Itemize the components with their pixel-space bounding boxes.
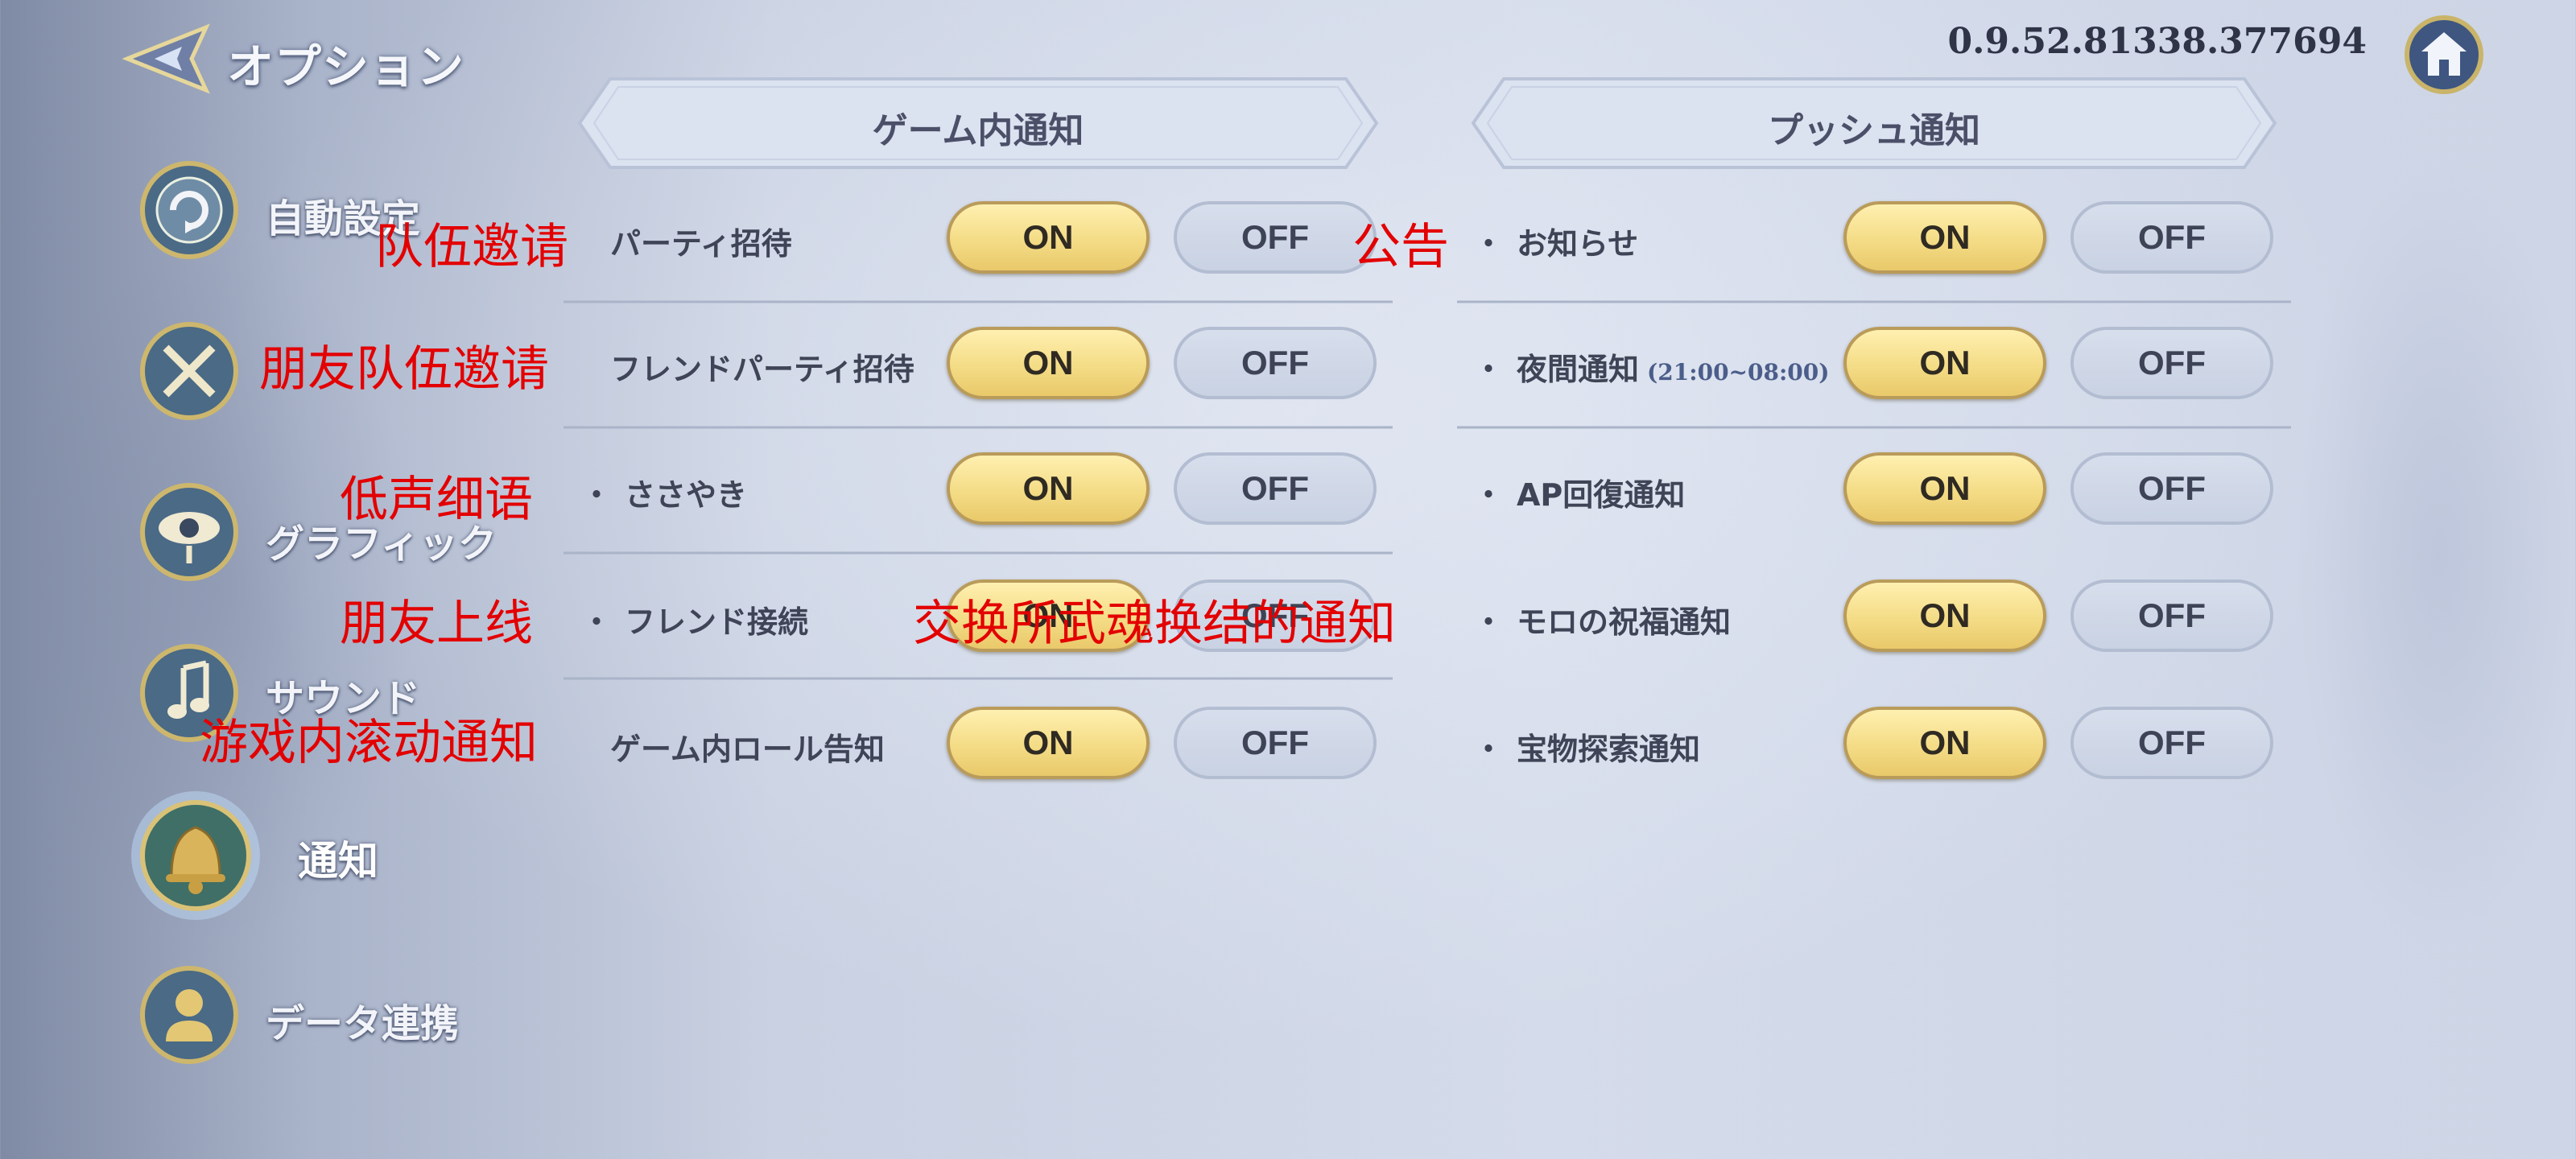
in-game-row-3-label: ・フレンド接続 <box>581 604 809 640</box>
section-title: プッシュ通知 <box>1768 110 1980 151</box>
treasure-search-on-button[interactable]: ON <box>1843 707 2046 779</box>
page-title: オプション <box>227 39 465 94</box>
whisper-on-button[interactable]: ON <box>947 452 1150 525</box>
row-divider <box>564 677 1393 680</box>
in-game-row-0-label: パーティ招待 <box>610 226 792 262</box>
push-row-0-label: ・お知らせ <box>1473 226 1639 262</box>
friend-party-invite-on-button[interactable]: ON <box>947 327 1150 399</box>
back-arrow-icon[interactable] <box>122 23 214 95</box>
ap-recovery-on-button[interactable]: ON <box>1843 452 2046 525</box>
person-icon <box>137 963 242 1067</box>
whisper-off-button[interactable]: OFF <box>1174 452 1377 525</box>
in-game-row-4-label: ゲーム内ロール告知 <box>610 732 885 767</box>
annotation-announcement: 公告 <box>1352 219 1449 275</box>
section-header-push: プッシュ通知 <box>1449 74 2299 172</box>
in-game-row-1-label: フレンドパーティ招待 <box>610 352 914 387</box>
announcement-on-button[interactable]: ON <box>1843 201 2046 274</box>
annotation-party-invite: 队伍邀请 <box>375 219 568 275</box>
home-icon[interactable] <box>2404 14 2484 95</box>
ap-recovery-off-button[interactable]: OFF <box>2070 452 2273 525</box>
bell-icon <box>127 787 264 924</box>
push-row-3-label: ・モロの祝福通知 <box>1473 604 1732 640</box>
sidebar-item-notification[interactable]: 通知 <box>127 787 610 920</box>
row-divider <box>1457 426 2291 429</box>
annotation-exchange-notice: 交换所武魂换结的通知 <box>913 596 1396 652</box>
announcement-off-button[interactable]: OFF <box>2070 201 2273 274</box>
moro-blessing-on-button[interactable]: ON <box>1843 580 2046 652</box>
push-row-2-label: ・ AP回復通知 <box>1473 477 1686 513</box>
moro-blessing-off-button[interactable]: OFF <box>2070 580 2273 652</box>
sidebar-item-data-link[interactable]: データ連携 <box>137 963 620 1075</box>
in-game-row-2-label: ・ささやき <box>581 477 748 513</box>
background-figure-right <box>2294 153 2576 958</box>
eye-icon <box>137 480 242 584</box>
section-title: ゲーム内通知 <box>872 110 1084 151</box>
push-row-4-label: ・宝物探索通知 <box>1473 732 1701 767</box>
friend-party-invite-off-button[interactable]: OFF <box>1174 327 1377 399</box>
row-divider <box>1457 300 2291 303</box>
row-divider <box>564 426 1393 429</box>
section-header-in-game: ゲーム内通知 <box>555 74 1401 172</box>
auto-setting-icon <box>137 158 242 262</box>
annotation-friend-login: 朋友上线 <box>340 596 533 652</box>
night-notice-off-button[interactable]: OFF <box>2070 327 2273 399</box>
sidebar-item-label: 通知 <box>298 838 378 885</box>
row-divider <box>564 551 1393 555</box>
party-invite-off-button[interactable]: OFF <box>1174 201 1377 274</box>
annotation-friend-party-invite: 朋友队伍邀请 <box>259 341 549 398</box>
version-number: 0.9.52.81338.377694 <box>1947 21 2367 62</box>
treasure-search-off-button[interactable]: OFF <box>2070 707 2273 779</box>
annotation-roll-notice: 游戏内滚动通知 <box>200 715 538 771</box>
party-invite-on-button[interactable]: ON <box>947 201 1150 274</box>
annotation-whisper: 低声细语 <box>340 472 533 528</box>
row-divider <box>564 300 1393 303</box>
in-game-roll-notice-off-button[interactable]: OFF <box>1174 707 1377 779</box>
in-game-roll-notice-on-button[interactable]: ON <box>947 707 1150 779</box>
push-row-1-label: ・夜間通知 (21:00~08:00) <box>1473 352 1830 387</box>
swords-icon <box>137 319 242 423</box>
sidebar-item-label: データ連携 <box>266 1001 460 1046</box>
night-notice-on-button[interactable]: ON <box>1843 327 2046 399</box>
